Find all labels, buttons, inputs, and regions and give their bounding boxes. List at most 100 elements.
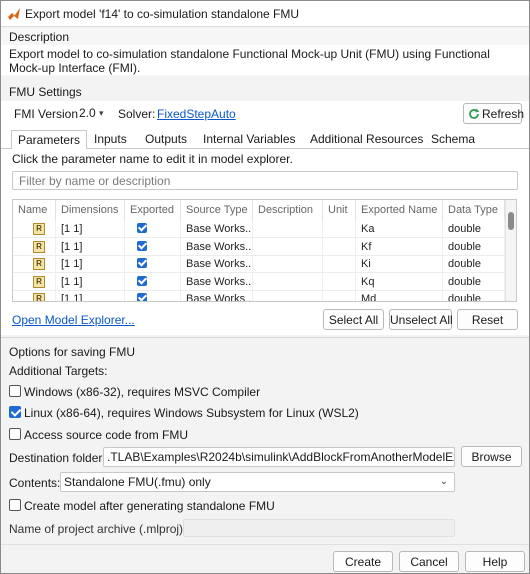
saving-header: Options for saving FMU <box>9 345 136 359</box>
target-linux[interactable]: Linux (x86-64), requires Windows Subsyst… <box>9 405 409 421</box>
window-title: Export model 'f14' to co-simulation stan… <box>25 7 300 21</box>
archive-label: Name of project archive (.mlproj): <box>9 522 187 536</box>
param-name-cell[interactable]: R <box>13 220 56 238</box>
exported-checkbox[interactable] <box>137 275 147 286</box>
unit-cell <box>323 255 356 273</box>
description-cell <box>253 255 323 273</box>
real-parameter-icon: R <box>33 240 45 253</box>
description-cell <box>253 237 323 256</box>
destination-label: Destination folder: <box>9 451 106 465</box>
column-header[interactable]: Source Type <box>181 200 253 220</box>
exported-checkbox[interactable] <box>137 258 147 268</box>
target-windows[interactable]: Windows (x86-32), requires MSVC Compiler <box>9 384 409 400</box>
param-name-cell[interactable]: R <box>13 290 56 301</box>
table-row[interactable]: R [1 1] Base Works... Ki double <box>13 255 505 273</box>
tab-outputs[interactable]: Outputs <box>145 130 187 149</box>
exported-cell <box>125 237 181 256</box>
exported-name-cell: Ki <box>356 255 443 273</box>
exported-name-cell: Kq <box>356 272 443 291</box>
browse-button[interactable]: Browse <box>461 446 522 467</box>
fmi-version-label: FMI Version <box>14 107 79 121</box>
contents-label: Contents: <box>9 476 61 490</box>
target-windows-checkbox[interactable] <box>9 385 21 397</box>
chevron-down-icon: ⌄ <box>439 476 448 487</box>
create-model-checkbox[interactable] <box>9 499 21 511</box>
destination-folder-value: .TLAB\Examples\R2024b\simulink\AddBlockF… <box>107 450 455 464</box>
param-name-cell[interactable]: R <box>13 272 56 291</box>
create-model-option[interactable]: Create model after generating standalone… <box>9 498 309 514</box>
description-cell <box>253 290 323 301</box>
target-linux-checkbox[interactable] <box>9 406 21 418</box>
tab-schema[interactable]: Schema <box>431 130 475 149</box>
open-model-explorer-link[interactable]: Open Model Explorer... <box>12 313 135 327</box>
cancel-button[interactable]: Cancel <box>399 551 459 572</box>
table-row[interactable]: R [1 1] Base Works... Ka double <box>13 220 505 238</box>
tab-inputs[interactable]: Inputs <box>94 130 127 149</box>
refresh-button[interactable]: Refresh <box>463 103 525 124</box>
column-header[interactable]: Description <box>253 200 323 220</box>
filter-input[interactable]: Filter by name or description <box>12 171 518 190</box>
select-all-button[interactable]: Select All <box>323 309 384 330</box>
exported-checkbox[interactable] <box>137 240 147 251</box>
table-row[interactable]: R [1 1] Base Works... Kf double <box>13 237 505 256</box>
source-code-checkbox[interactable] <box>9 428 21 440</box>
description-cell <box>253 272 323 291</box>
target-linux-label: Linux (x86-64), requires Windows Subsyst… <box>24 406 359 420</box>
source-type-cell: Base Works... <box>181 272 253 291</box>
exported-cell <box>125 272 181 291</box>
dimensions-cell: [1 1] <box>56 290 125 301</box>
tab-internal-variables[interactable]: Internal Variables <box>203 130 296 149</box>
parameters-hint: Click the parameter name to edit it in m… <box>12 152 293 166</box>
column-header[interactable]: Exported <box>125 200 181 220</box>
source-code-label: Access source code from FMU <box>24 428 189 442</box>
fmu-settings-header: FMU Settings <box>9 85 82 99</box>
section-divider <box>1 337 529 338</box>
exported-cell <box>125 290 181 301</box>
refresh-label: Refresh <box>482 107 525 121</box>
help-button[interactable]: Help <box>465 551 525 572</box>
footer-divider <box>1 544 529 545</box>
data-type-cell: double <box>443 255 505 273</box>
parameters-table: Name Dimensions Exported Source Type Des… <box>12 199 517 302</box>
dimensions-cell: [1 1] <box>56 272 125 291</box>
table-row[interactable]: R [1 1] Base Works... Kq double <box>13 272 505 291</box>
column-header[interactable]: Data Type <box>443 200 505 220</box>
target-source-code[interactable]: Access source code from FMU <box>9 427 409 443</box>
destination-folder-input[interactable]: .TLAB\Examples\R2024b\simulink\AddBlockF… <box>103 447 455 467</box>
create-model-label: Create model after generating standalone… <box>24 499 275 513</box>
reset-button[interactable]: Reset <box>457 309 518 330</box>
solver-label: Solver: <box>118 107 156 121</box>
exported-name-cell: Md <box>356 290 443 301</box>
exported-checkbox[interactable] <box>137 223 147 233</box>
matlab-icon <box>8 8 20 20</box>
dimensions-cell: [1 1] <box>56 255 125 273</box>
tab-parameters[interactable]: Parameters <box>11 130 88 149</box>
table-row[interactable]: R [1 1] Base Works... Md double <box>13 290 505 301</box>
exported-name-cell: Ka <box>356 220 443 238</box>
description-header: Description <box>9 30 70 44</box>
source-type-cell: Base Works... <box>181 237 253 256</box>
column-header[interactable]: Name <box>13 200 56 220</box>
create-button[interactable]: Create <box>333 551 393 572</box>
archive-name-input[interactable] <box>183 519 455 537</box>
data-type-cell: double <box>443 220 505 238</box>
column-header[interactable]: Exported Name <box>356 200 443 220</box>
table-scrollbar[interactable] <box>505 200 516 301</box>
param-name-cell[interactable]: R <box>13 237 56 256</box>
fmi-version-dropdown[interactable]: 2.0 ▾ <box>76 104 110 123</box>
source-type-cell: Base Works... <box>181 290 253 301</box>
description-cell <box>253 220 323 238</box>
contents-dropdown[interactable]: Standalone FMU(.fmu) only ⌄ <box>60 472 455 492</box>
exported-checkbox[interactable] <box>137 293 147 301</box>
tab-additional-resources[interactable]: Additional Resources <box>310 130 423 149</box>
unit-cell <box>323 220 356 238</box>
column-header[interactable]: Unit <box>323 200 356 220</box>
solver-link[interactable]: FixedStepAuto <box>157 107 236 121</box>
scrollbar-thumb[interactable] <box>508 212 514 230</box>
title-bar: Export model 'f14' to co-simulation stan… <box>1 1 529 27</box>
unselect-all-button[interactable]: Unselect All <box>389 309 453 330</box>
param-name-cell[interactable]: R <box>13 255 56 273</box>
column-header[interactable]: Dimensions <box>56 200 125 220</box>
data-type-cell: double <box>443 237 505 256</box>
real-parameter-icon: R <box>33 275 45 288</box>
